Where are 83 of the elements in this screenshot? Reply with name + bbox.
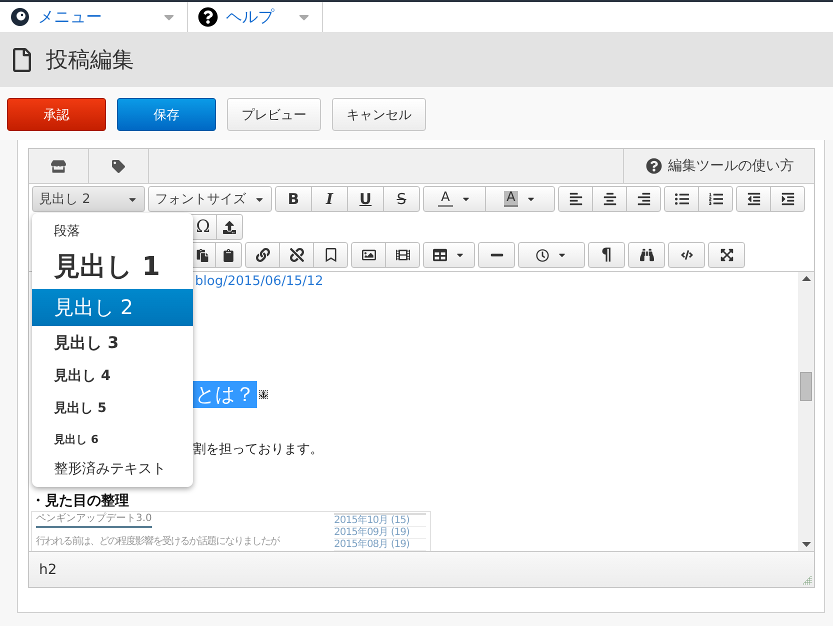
find-button[interactable] <box>628 242 665 268</box>
align-center-button[interactable] <box>592 186 627 212</box>
format-option[interactable]: 整形済みテキスト <box>32 454 193 483</box>
underline-button[interactable]: U <box>347 186 384 212</box>
clipboard-icon <box>196 248 209 262</box>
image-button[interactable] <box>351 242 386 268</box>
tag-icon <box>112 160 125 172</box>
numbered-list-button[interactable] <box>698 186 733 212</box>
paste-text-button[interactable] <box>215 242 242 268</box>
format-option[interactable]: 見出し 1 <box>32 246 193 287</box>
page-title: 投稿編集 <box>46 46 134 74</box>
code-icon <box>680 249 692 261</box>
horizontal-rule-button[interactable] <box>478 242 515 268</box>
link-icon <box>256 248 270 262</box>
source-code-button[interactable] <box>668 242 705 268</box>
align-left-icon <box>568 192 582 206</box>
indent-icon <box>780 192 794 206</box>
bold-heading-text: ・見た目の整理 <box>31 492 129 510</box>
film-icon <box>396 248 410 262</box>
help-icon <box>198 7 218 27</box>
upload-button[interactable] <box>216 214 244 240</box>
format-option[interactable]: 見出し 4 <box>32 361 193 392</box>
bullet-list-button[interactable] <box>664 186 699 212</box>
strikethrough-button[interactable]: S <box>383 186 420 212</box>
fullscreen-button[interactable] <box>708 242 745 268</box>
font-size-select[interactable]: フォントサイズ <box>148 186 272 212</box>
scrollbar-thumb[interactable] <box>800 372 812 401</box>
bold-button[interactable]: B <box>275 186 312 212</box>
menu-link[interactable]: ヘルプ <box>226 6 288 28</box>
resize-grip-icon[interactable] <box>802 575 812 585</box>
paragraph-text: 割を担っております。 <box>193 441 323 458</box>
scroll-down-icon[interactable] <box>802 542 810 547</box>
align-right-icon <box>636 192 650 206</box>
paragraph-marks-button[interactable]: ¶ <box>588 242 625 268</box>
bookmark-button[interactable] <box>313 242 348 268</box>
align-left-button[interactable] <box>558 186 593 212</box>
unlink-icon <box>290 248 304 262</box>
link-button[interactable] <box>245 242 280 268</box>
help-icon <box>646 158 662 174</box>
action-button[interactable]: 保存 <box>117 98 216 131</box>
selected-heading-text: とは？ <box>193 381 257 408</box>
format-select[interactable]: 見出し 2 <box>32 186 145 212</box>
clipboard-icon <box>222 248 235 262</box>
clock-icon <box>536 248 549 262</box>
anchor-icon <box>259 390 268 399</box>
help-link-text[interactable]: 編集ツールの使い方 <box>668 157 794 175</box>
table-icon <box>433 248 447 262</box>
store-icon <box>51 158 66 174</box>
upload-icon <box>223 220 236 234</box>
binoculars-icon <box>640 248 654 262</box>
bullet-list-icon <box>674 192 688 206</box>
italic-button[interactable]: I <box>311 186 348 212</box>
element-path[interactable]: h2 <box>39 562 57 578</box>
screenshot-text: 行われる前は、どの程度影響を受けるか話題になりましたが <box>36 534 279 548</box>
action-button[interactable]: キャンセル <box>332 98 426 131</box>
indent-button[interactable] <box>770 186 805 212</box>
document-icon <box>10 48 34 72</box>
fullscreen-icon <box>720 248 734 262</box>
content-link[interactable]: blog/2015/06/15/12 <box>195 274 324 289</box>
bookmark-icon <box>324 248 338 262</box>
action-button[interactable]: プレビュー <box>227 98 321 131</box>
image-icon <box>362 248 376 262</box>
format-option[interactable]: 見出し 5 <box>32 393 193 424</box>
logo-icon <box>10 7 30 27</box>
format-option[interactable]: 見出し 3 <box>32 328 193 360</box>
align-center-icon <box>602 192 616 206</box>
scrollbar[interactable] <box>798 272 814 551</box>
screenshot-title: ペンギンアップデート3.0 <box>36 513 152 528</box>
action-button[interactable]: 承認 <box>7 98 106 131</box>
unlink-button[interactable] <box>279 242 314 268</box>
text-color-button[interactable]: A <box>423 186 486 212</box>
numbered-list-icon <box>708 192 722 206</box>
format-option[interactable]: 見出し 2 <box>32 288 193 326</box>
table-button[interactable] <box>423 242 475 268</box>
video-button[interactable] <box>385 242 420 268</box>
format-option[interactable]: 見出し 6 <box>32 425 193 454</box>
background-color-button[interactable]: A <box>485 186 555 212</box>
outdent-button[interactable] <box>736 186 771 212</box>
scroll-up-icon[interactable] <box>802 276 810 281</box>
clock-button[interactable] <box>518 242 585 268</box>
outdent-icon <box>746 192 760 206</box>
menu-link[interactable]: メニュー <box>38 6 153 28</box>
align-right-button[interactable] <box>626 186 661 212</box>
